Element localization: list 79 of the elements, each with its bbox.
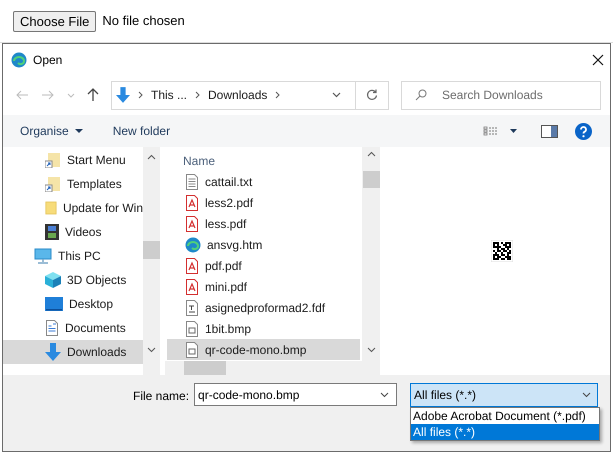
caret-down-icon — [582, 392, 592, 398]
nav-item[interactable]: Update for Win — [3, 196, 143, 220]
search-field[interactable]: Search Downloads — [401, 80, 601, 110]
pdf-file-icon — [185, 194, 199, 210]
swirl-logo-icon — [11, 52, 27, 68]
nav-item[interactable]: Videos — [3, 220, 143, 244]
down-arrow-icon — [116, 87, 130, 103]
dropdown-option[interactable]: Adobe Acrobat Document (*.pdf) — [411, 408, 600, 424]
caret-down-icon — [147, 347, 156, 353]
file-row[interactable]: qr-code-mono.bmp — [167, 339, 360, 360]
caret-up-icon — [367, 151, 376, 157]
file-row[interactable]: mini.pdf — [167, 276, 360, 297]
nav-item[interactable]: This PC — [3, 244, 143, 268]
breadcrumb[interactable]: This ... — [151, 86, 188, 104]
organise-menu-button[interactable]: Organise — [20, 122, 83, 140]
monitor-icon — [34, 248, 52, 264]
choose-file-button[interactable]: Choose File — [13, 10, 96, 32]
caret-down-icon[interactable] — [332, 92, 341, 98]
nav-item[interactable]: Start Menu — [3, 148, 143, 172]
pdf-file-icon — [185, 258, 199, 274]
down-arrow-icon — [45, 343, 61, 361]
refresh-icon — [366, 89, 378, 101]
image-file-icon — [185, 320, 199, 336]
scrollbar[interactable] — [363, 147, 380, 375]
new-folder-button[interactable]: New folder — [112, 122, 170, 140]
pdf-file-icon — [185, 216, 199, 232]
file-row[interactable]: ansvg.htm — [167, 234, 360, 255]
nav-item[interactable]: Downloads — [3, 340, 143, 364]
forward-arrow-icon[interactable] — [41, 90, 55, 100]
film-icon — [45, 224, 59, 240]
nav-item[interactable]: Documents — [3, 316, 143, 340]
file-name-field[interactable]: qr-code-mono.bmp — [194, 383, 398, 406]
file-row[interactable]: pdf.pdf — [167, 255, 360, 276]
cube-icon — [45, 272, 61, 288]
qr-code-icon — [491, 240, 513, 262]
file-row[interactable]: less.pdf — [167, 213, 360, 234]
file-row[interactable]: asignedproformad2.fdf — [167, 297, 360, 318]
preview-pane-icon[interactable] — [541, 124, 558, 138]
shortcut-folder-icon — [45, 152, 61, 168]
file-status: No file chosen — [102, 12, 185, 30]
chevron-right-icon — [138, 91, 143, 99]
chevron-right-icon — [195, 91, 200, 99]
shortcut-folder-icon — [45, 176, 61, 192]
document-icon — [45, 320, 59, 336]
caret-up-icon — [147, 154, 156, 160]
search-icon — [415, 88, 427, 100]
chevron-right-icon — [275, 91, 280, 99]
text-file-icon — [185, 174, 199, 190]
desktop-icon — [45, 297, 63, 311]
file-row[interactable]: 1bit.bmp — [167, 318, 360, 339]
caret-down-icon — [74, 129, 83, 133]
file-type-dropdown[interactable]: All files (*.*) — [410, 383, 598, 407]
scroll-thumb[interactable] — [184, 361, 226, 375]
scrollbar[interactable] — [143, 147, 160, 375]
close-icon[interactable] — [592, 54, 604, 66]
image-file-icon — [185, 342, 199, 358]
form-file-icon — [185, 300, 199, 316]
file-name-label: File name: — [133, 388, 190, 405]
address-bar[interactable]: This ... Downloads — [111, 80, 389, 110]
up-arrow-icon[interactable] — [87, 88, 99, 102]
breadcrumb[interactable]: Downloads — [208, 86, 268, 104]
file-row[interactable]: cattail.txt — [167, 171, 360, 192]
caret-down-icon — [367, 347, 376, 353]
view-options-icon[interactable] — [483, 126, 519, 136]
back-arrow-icon[interactable] — [15, 90, 29, 100]
window-title: Open — [33, 52, 64, 68]
nav-item[interactable]: Desktop — [3, 292, 143, 316]
column-header[interactable]: Name — [165, 147, 362, 171]
pdf-file-icon — [185, 278, 199, 294]
help-icon[interactable] — [575, 122, 592, 140]
scroll-thumb[interactable] — [143, 241, 160, 259]
folder-icon — [45, 200, 57, 216]
globe-swirl-icon — [185, 236, 201, 252]
file-row[interactable]: less2.pdf — [167, 192, 360, 213]
nav-item[interactable]: 3D Objects — [3, 268, 143, 292]
scroll-thumb[interactable] — [363, 171, 380, 188]
nav-item[interactable]: Templates — [3, 172, 143, 196]
caret-down-icon — [380, 392, 390, 398]
dropdown-option[interactable]: All files (*.*) — [411, 424, 600, 440]
